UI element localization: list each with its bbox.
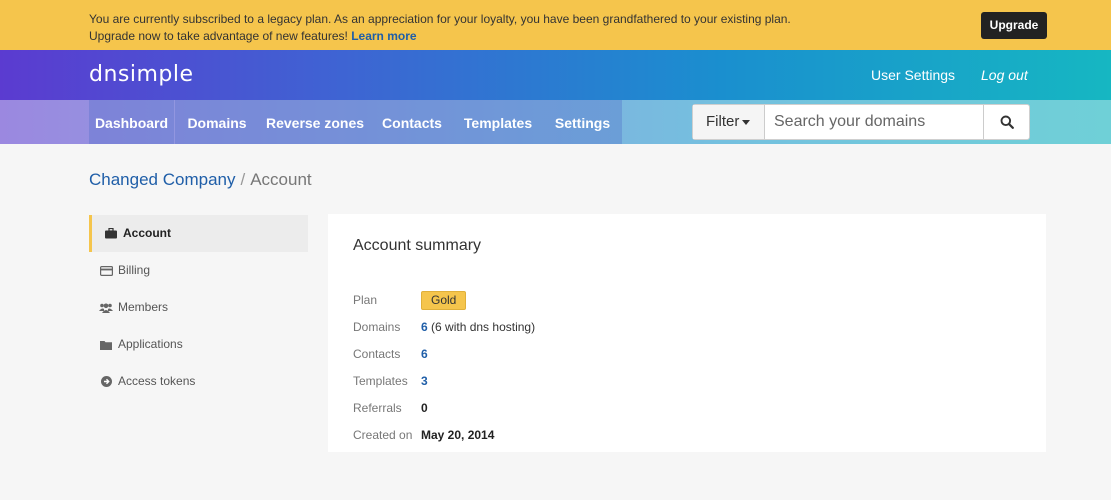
caret-down-icon — [742, 119, 751, 125]
learn-more-link[interactable]: Learn more — [351, 29, 416, 43]
created-date: May 20, 2014 — [421, 428, 495, 442]
tab-dashboard[interactable]: Dashboard — [89, 100, 174, 144]
breadcrumb: Changed Company / Account — [89, 170, 312, 190]
tab-contacts[interactable]: Contacts — [371, 100, 453, 144]
templates-count-link[interactable]: 3 — [421, 374, 428, 388]
contacts-row: Contacts 6 — [353, 344, 428, 364]
users-icon — [99, 301, 113, 315]
legacy-plan-banner: You are currently subscribed to a legacy… — [0, 0, 1111, 50]
search-input[interactable] — [765, 105, 985, 139]
templates-label: Templates — [353, 374, 408, 388]
sidebar-item-billing[interactable]: Billing — [89, 252, 308, 289]
sidebar-item-applications[interactable]: Applications — [89, 326, 308, 363]
sidebar-item-label: Access tokens — [118, 374, 196, 388]
created-row: Created on May 20, 2014 — [353, 425, 494, 445]
domains-count-link[interactable]: 6 — [421, 320, 428, 334]
referrals-label: Referrals — [353, 401, 402, 415]
dnsimple-logo[interactable]: dnsimple — [89, 62, 194, 87]
sidebar-item-label: Members — [118, 300, 169, 314]
breadcrumb-company-link[interactable]: Changed Company — [89, 170, 235, 189]
domain-search: Filter — [692, 104, 1030, 140]
upgrade-button[interactable]: Upgrade — [981, 12, 1047, 39]
sidebar-item-account[interactable]: Account — [89, 215, 308, 252]
created-label: Created on — [353, 428, 413, 442]
account-summary-card: Account summary Plan Gold Domains 6 (6 w… — [328, 214, 1046, 452]
tab-domains[interactable]: Domains — [175, 100, 259, 144]
domains-row: Domains 6 (6 with dns hosting) — [353, 317, 535, 337]
sidebar-item-access-tokens[interactable]: Access tokens — [89, 363, 308, 400]
tab-templates[interactable]: Templates — [453, 100, 543, 144]
sidebar-item-label: Applications — [118, 337, 183, 351]
top-header: dnsimple User Settings Log out — [0, 50, 1111, 100]
tab-reverse-zones[interactable]: Reverse zones — [259, 100, 371, 144]
plan-row: Plan Gold — [353, 290, 467, 310]
search-button[interactable] — [983, 105, 1029, 139]
filter-label: Filter — [706, 113, 740, 130]
sidebar-item-members[interactable]: Members — [89, 289, 308, 326]
briefcase-icon — [104, 227, 118, 241]
domains-label: Domains — [353, 320, 401, 334]
sidebar-item-label: Account — [123, 226, 171, 240]
logout-link[interactable]: Log out — [981, 67, 1028, 83]
arrow-circle-icon — [99, 375, 113, 389]
banner-message: You are currently subscribed to a legacy… — [89, 11, 949, 45]
contacts-count-link[interactable]: 6 — [421, 347, 428, 361]
banner-line-2: Upgrade now to take advantage of new fea… — [89, 29, 348, 43]
account-sidebar: Account Billing Members Applications Acc… — [89, 215, 308, 400]
credit-card-icon — [99, 264, 113, 278]
breadcrumb-separator: / — [240, 170, 246, 189]
banner-line-1: You are currently subscribed to a legacy… — [89, 12, 791, 26]
breadcrumb-current: Account — [250, 170, 312, 189]
account-summary-title: Account summary — [353, 237, 482, 254]
filter-dropdown[interactable]: Filter — [693, 105, 765, 139]
tab-settings[interactable]: Settings — [543, 100, 622, 144]
search-icon — [1000, 115, 1014, 129]
referrals-count: 0 — [421, 401, 428, 415]
domains-note: (6 with dns hosting) — [431, 320, 536, 334]
contacts-label: Contacts — [353, 347, 401, 361]
referrals-row: Referrals 0 — [353, 398, 428, 418]
folder-icon — [99, 338, 113, 352]
plan-label: Plan — [353, 293, 378, 307]
plan-badge: Gold — [421, 291, 467, 310]
templates-row: Templates 3 — [353, 371, 428, 391]
user-settings-link[interactable]: User Settings — [871, 67, 955, 83]
sidebar-item-label: Billing — [118, 263, 151, 277]
